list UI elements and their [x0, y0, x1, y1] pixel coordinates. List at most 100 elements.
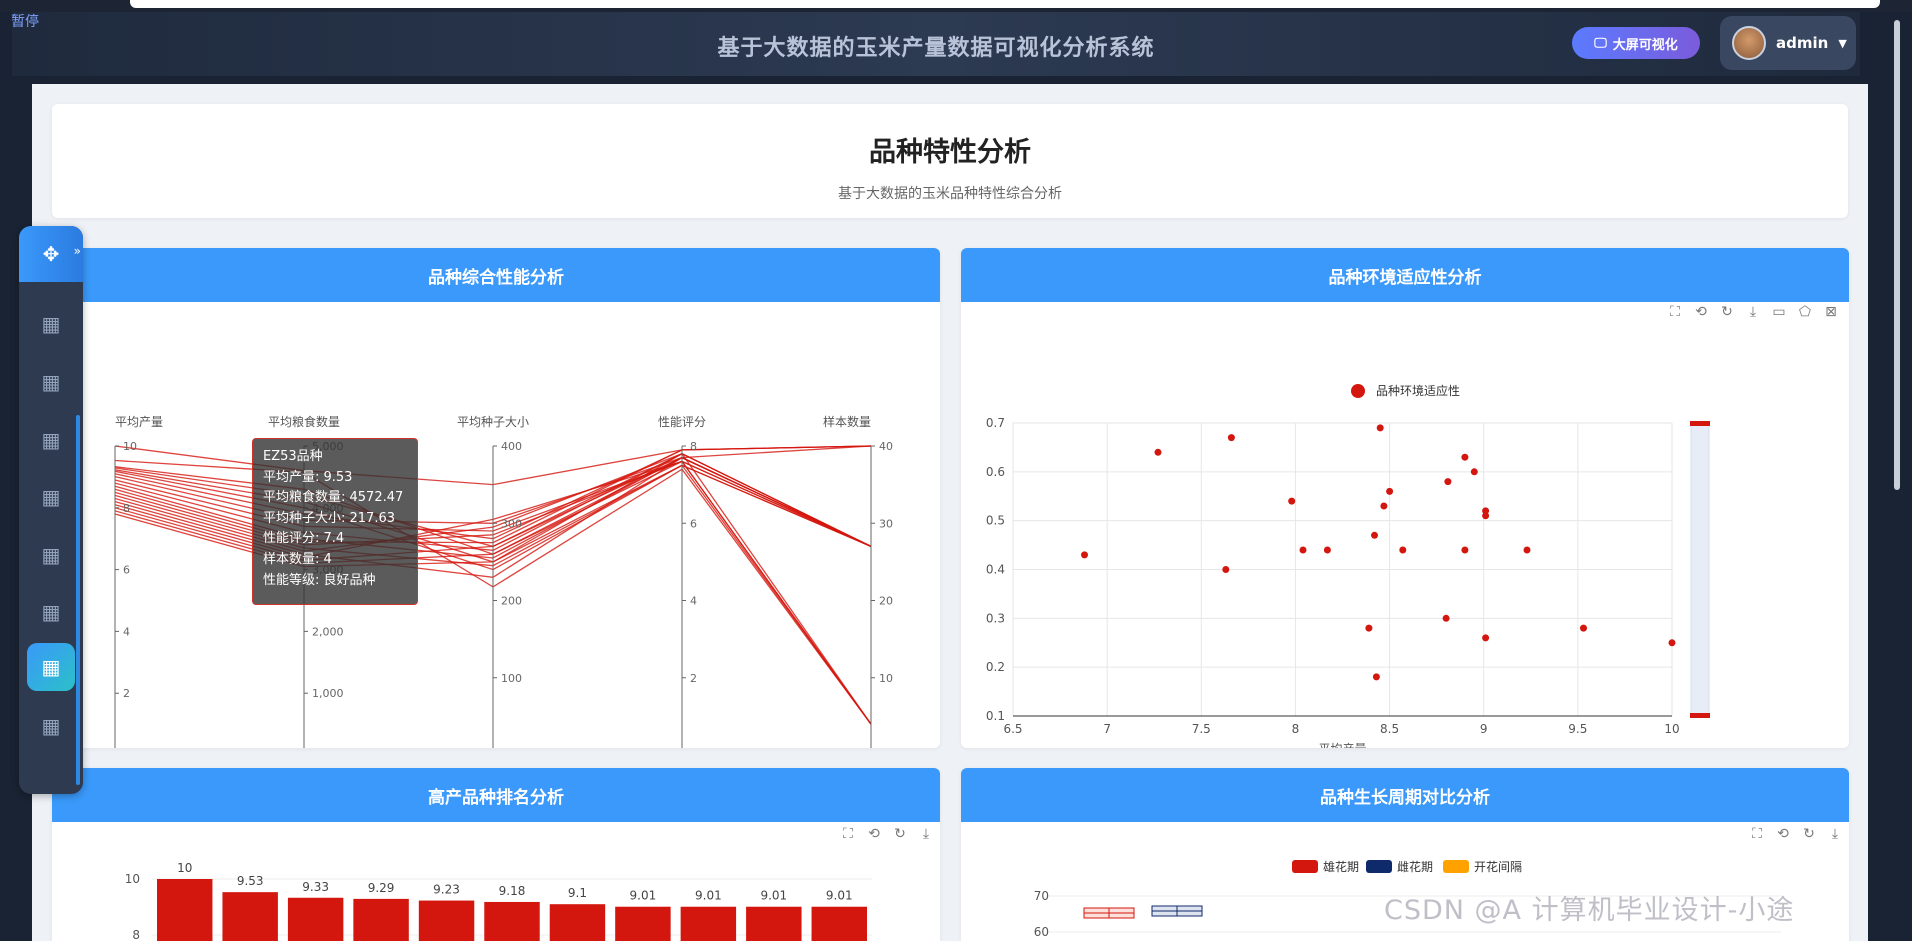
window-scrollbar[interactable] [1894, 20, 1900, 490]
restore-icon[interactable]: ↻ [1719, 304, 1735, 320]
tick-label: 2,000 [312, 625, 344, 638]
sidebar-item-8[interactable]: ▦ [27, 702, 75, 750]
rect-select-icon[interactable]: ▭ [1771, 304, 1787, 320]
sidebar-item-2[interactable]: ▦ [27, 358, 75, 406]
download-icon[interactable]: ⤓ [1745, 304, 1761, 320]
data-point [1461, 546, 1469, 554]
bar-value-label: 9.53 [237, 874, 264, 888]
zoom-icon[interactable]: ⛶ [1667, 304, 1683, 320]
card-title: 品种环境适应性分析 [961, 248, 1849, 302]
x-axis-label: 平均产量 [1318, 742, 1366, 748]
restore-icon[interactable]: ↻ [892, 826, 908, 842]
bar-value-label: 9.01 [826, 889, 853, 903]
sidebar-item-1[interactable]: ▦ [27, 300, 75, 348]
x-tick-label: 7 [1103, 722, 1111, 736]
sidebar-item-3[interactable]: ▦ [27, 416, 75, 464]
grid-icon: ▦ [41, 485, 61, 509]
move-icon: ✥ [42, 242, 60, 266]
browser-top-strip [0, 0, 1912, 12]
data-point [1523, 546, 1531, 554]
data-point [1482, 512, 1490, 520]
chart-toolbar: ⛶ ⟲ ↻ ⤓ [1749, 826, 1843, 842]
expand-icon[interactable]: » [74, 244, 81, 258]
tooltip-line: 平均种子大小: 217.63 [263, 510, 395, 526]
bar-value-label: 9.01 [630, 889, 657, 903]
chart-tooltip: EZ53品种 平均产量: 9.53 平均粮食数量: 4572.47 平均种子大小: 2… [252, 438, 418, 605]
tick-label: 100 [501, 672, 522, 685]
chevron-down-icon: ▼ [1838, 36, 1847, 50]
tick-label: 10 [879, 672, 893, 685]
sidebar-item-5[interactable]: ▦ [27, 531, 75, 579]
restore-icon[interactable]: ↻ [1801, 826, 1817, 842]
axis-label: 平均粮食数量 [268, 414, 340, 429]
polygon-select-icon[interactable]: ⬠ [1797, 304, 1813, 320]
data-point [1461, 453, 1469, 461]
page-title: 品种特性分析 [869, 137, 1031, 168]
tick-label: 30 [879, 517, 893, 530]
chart-toolbar: ⛶ ⟲ ↻ ⤓ [840, 826, 934, 842]
user-menu[interactable]: admin ▼ [1720, 16, 1856, 70]
bar [484, 901, 540, 941]
data-point [1668, 639, 1676, 647]
y-tick-label: 0.7 [986, 416, 1005, 430]
bar [615, 906, 671, 941]
sidebar-scrollbar[interactable] [76, 415, 80, 785]
data-point [1222, 566, 1230, 573]
zoom-icon[interactable]: ⛶ [840, 826, 856, 842]
pause-label[interactable]: 暂停 [11, 11, 39, 31]
card-title: 品种综合性能分析 [52, 248, 940, 302]
app-header: 基于大数据的玉米产量数据可视化分析系统 🖵 大屏可视化 admin ▼ [12, 12, 1860, 76]
bar-value-label: 9.23 [433, 883, 460, 897]
bar-value-label: 9.01 [695, 889, 722, 903]
tooltip-line: 平均粮食数量: 4572.47 [263, 490, 404, 506]
y-tick-label: 0.4 [986, 563, 1005, 577]
legend-label: 开花间隔 [1474, 859, 1522, 874]
zoom-reset-icon[interactable]: ⟲ [1775, 826, 1791, 842]
legend-marker [1292, 860, 1318, 873]
y-tick-label: 0.6 [986, 465, 1005, 479]
tick-label: 6 [690, 517, 697, 530]
sidebar-item-7[interactable]: ▦ [27, 643, 75, 691]
address-bar [130, 0, 1880, 8]
axis-label: 样本数量 [823, 414, 871, 429]
parallel-chart[interactable]: 平均产量0246810平均粮食数量01,0002,0003,0004,0005,… [52, 302, 940, 748]
x-tick-label: 8.5 [1380, 722, 1399, 736]
sidebar-item-6[interactable]: ▦ [27, 588, 75, 636]
card-scatter: 品种环境适应性分析 品种环境适应性 6.5 7 7.5 8 8.5 9 9.5 10 0.1 0.2… [961, 248, 1849, 748]
x-tick-label: 6.5 [1003, 722, 1022, 736]
bigscreen-button-label: 大屏可视化 [1612, 37, 1678, 53]
data-point [1323, 546, 1331, 554]
tick-label: 10 [123, 440, 137, 453]
tick-label: 8 [690, 440, 697, 453]
y-tick-label: 70 [1034, 889, 1049, 903]
bar [746, 906, 802, 941]
zoom-icon[interactable]: ⛶ [1749, 826, 1765, 842]
clear-select-icon[interactable]: ⊠ [1823, 304, 1839, 320]
tick-label: 200 [501, 595, 522, 608]
scatter-chart[interactable]: 品种环境适应性 6.5 7 7.5 8 8.5 9 9.5 10 0.1 0.2 0.3 0.4 0.5 0… [961, 302, 1849, 748]
bar [353, 898, 409, 941]
data-point [1288, 497, 1296, 505]
bar-chart[interactable]: 8 10 10 9.53 9.33 9.29 9.23 9.18 9.1 9.01 9.01 9.01… [52, 822, 940, 941]
grid-icon: ▦ [41, 428, 61, 452]
bigscreen-button[interactable]: 🖵 大屏可视化 [1572, 27, 1700, 59]
tick-label: 8 [123, 502, 130, 515]
tick-label: 2 [123, 687, 130, 700]
bar [549, 904, 606, 941]
username: admin [1776, 34, 1829, 52]
tick-label: 1,000 [312, 687, 344, 700]
zoom-reset-icon[interactable]: ⟲ [866, 826, 882, 842]
data-point [1372, 673, 1380, 681]
download-icon[interactable]: ⤓ [1827, 826, 1843, 842]
sidebar-drag-handle[interactable]: ✥ » [19, 226, 83, 282]
data-point [1444, 478, 1452, 486]
download-icon[interactable]: ⤓ [918, 826, 934, 842]
axis-label: 平均种子大小 [457, 415, 529, 429]
bar [157, 879, 213, 941]
zoom-reset-icon[interactable]: ⟲ [1693, 304, 1709, 320]
tick-label: 4 [123, 625, 130, 638]
card-title: 品种生长周期对比分析 [961, 768, 1849, 822]
sidebar-item-4[interactable]: ▦ [27, 473, 75, 521]
legend-marker [1351, 384, 1365, 398]
bar [811, 906, 867, 941]
